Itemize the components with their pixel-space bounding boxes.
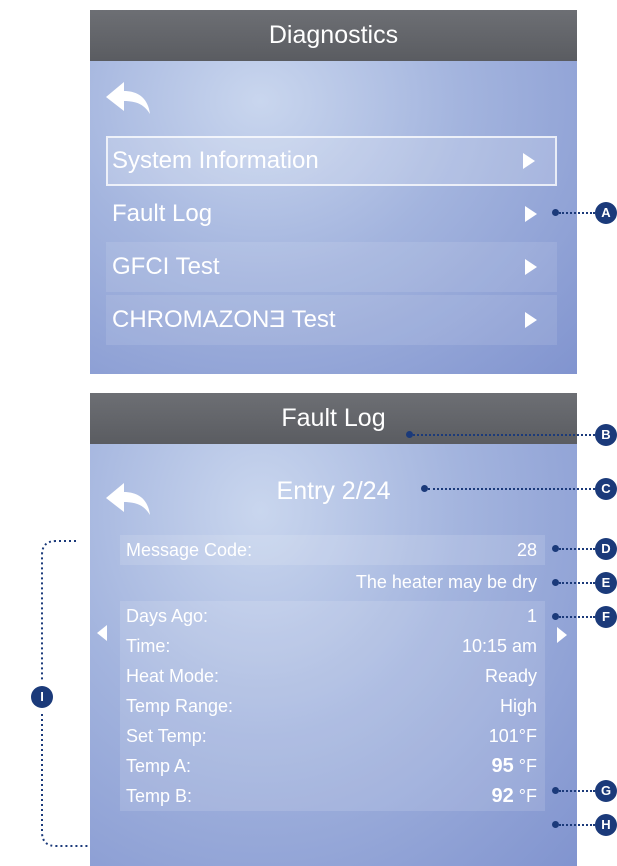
menu-item-chromazone-test[interactable]: CHROMAZONƎ Test	[106, 295, 557, 345]
callout-dot	[552, 579, 559, 586]
callout-d: D	[595, 538, 617, 560]
callout-dot	[421, 485, 428, 492]
temp-b-label: Temp B:	[126, 786, 193, 806]
triangle-right-icon	[525, 312, 537, 328]
message-code-row: Message Code: 28	[120, 535, 545, 565]
row-value: 101°F	[488, 726, 537, 746]
callout-a: A	[595, 202, 617, 224]
heat-mode-row: Heat Mode: Ready	[120, 661, 545, 691]
callout-leader	[559, 790, 595, 792]
callout-dot	[552, 209, 559, 216]
row-label: Days Ago:	[126, 606, 209, 626]
fault-log-screen: Fault Log Entry 2/24 Message Code: 28 Th…	[90, 393, 577, 866]
callout-leader	[413, 434, 595, 436]
page-title: Fault Log	[90, 393, 577, 444]
callout-leader	[559, 212, 595, 214]
temp-a-value-group: 95 °F	[492, 751, 537, 781]
callout-leader	[428, 488, 595, 490]
temp-b-value-group: 92 °F	[492, 781, 537, 811]
message-text-row: The heater may be dry	[120, 567, 545, 597]
page-title: Diagnostics	[90, 10, 577, 61]
menu-item-label: CHROMAZONƎ Test	[112, 306, 336, 333]
temp-b-row: Temp B: 92 °F	[120, 781, 545, 811]
message-code-value: 28	[516, 540, 537, 560]
menu-item-fault-log[interactable]: Fault Log	[106, 189, 557, 239]
row-label: Set Temp:	[126, 726, 207, 746]
callout-b: B	[595, 424, 617, 446]
row-label: Heat Mode:	[126, 666, 220, 686]
diagnostics-screen: Diagnostics System Information Fault Log…	[90, 10, 577, 374]
callout-f: F	[595, 606, 617, 628]
menu-item-label: GFCI Test	[112, 253, 220, 280]
temp-b-value: 92	[491, 785, 514, 807]
row-value: 1	[526, 606, 537, 626]
days-ago-row: Days Ago: 1	[120, 601, 545, 631]
callout-e: E	[595, 572, 617, 594]
callout-leader	[559, 582, 595, 584]
row-value: 10:15 am	[461, 636, 537, 656]
row-value: High	[499, 696, 537, 716]
temp-range-row: Temp Range: High	[120, 691, 545, 721]
message-code-label: Message Code:	[126, 540, 253, 560]
callout-g: G	[595, 780, 617, 802]
menu-item-label: Fault Log	[112, 200, 213, 227]
triangle-right-icon	[523, 153, 535, 169]
callout-leader	[559, 548, 595, 550]
callout-dot	[552, 545, 559, 552]
temp-a-value: 95	[491, 755, 514, 777]
menu-item-label: System Information	[112, 147, 319, 174]
temp-a-row: Temp A: 95 °F	[120, 751, 545, 781]
callout-h: H	[595, 814, 617, 836]
triangle-right-icon	[525, 259, 537, 275]
triangle-right-icon	[525, 206, 537, 222]
callout-i: I	[31, 686, 53, 708]
callout-leader	[559, 824, 595, 826]
temp-unit: °F	[518, 756, 537, 776]
triangle-right-icon[interactable]	[557, 627, 567, 643]
set-temp-row: Set Temp: 101°F	[120, 721, 545, 751]
temp-unit: °F	[518, 786, 537, 806]
callout-dot	[406, 431, 413, 438]
row-value: Ready	[484, 666, 537, 686]
callout-dot	[552, 821, 559, 828]
entry-counter: Entry 2/24	[276, 477, 391, 505]
message-text: The heater may be dry	[355, 572, 537, 592]
menu-item-system-information[interactable]: System Information	[106, 136, 557, 186]
callout-leader	[559, 616, 595, 618]
callout-c: C	[595, 478, 617, 500]
row-label: Temp Range:	[126, 696, 234, 716]
menu-item-gfci-test[interactable]: GFCI Test	[106, 242, 557, 292]
callout-i-bracket	[41, 540, 88, 847]
row-label: Time:	[126, 636, 171, 656]
callout-dot	[552, 613, 559, 620]
callout-dot	[552, 787, 559, 794]
temp-a-label: Temp A:	[126, 756, 192, 776]
time-row: Time: 10:15 am	[120, 631, 545, 661]
